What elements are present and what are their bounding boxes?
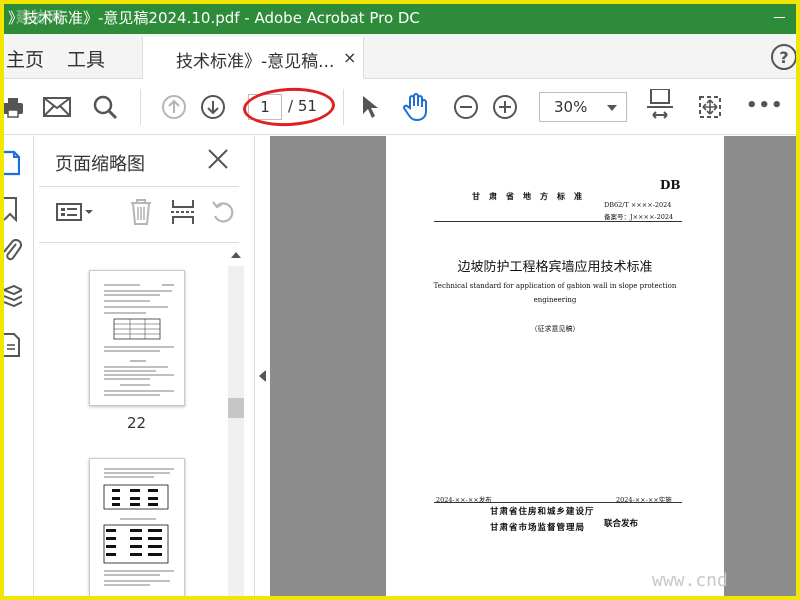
zoom-select[interactable]: 30% <box>539 92 627 122</box>
header-rule <box>434 221 682 222</box>
db-mark: DB <box>660 178 681 192</box>
page-thumbnail[interactable] <box>89 458 185 598</box>
delete-page-icon[interactable] <box>129 198 157 226</box>
zoom-in-icon[interactable] <box>491 93 519 121</box>
footer-rule <box>434 502 682 503</box>
standard-type: 甘肃省地方标准 <box>472 191 591 201</box>
help-button[interactable]: ? <box>771 44 797 70</box>
tab-bar: 主页 工具 技术标准》-意见稿... × ? <box>0 34 800 79</box>
rotate-page-icon[interactable] <box>211 198 239 226</box>
page-thumbnails-panel: 页面缩略图 22 <box>35 136 255 598</box>
panel-scrollbar[interactable] <box>228 248 244 596</box>
document-title-en-line1: Technical standard for application of ga… <box>433 282 677 290</box>
brand-overlay: 建协网 <box>16 8 65 26</box>
page-thumbnails-icon[interactable] <box>4 150 26 178</box>
nav-tools[interactable]: 工具 <box>67 45 105 72</box>
zoom-value: 30% <box>554 98 588 116</box>
issuing-org-1: 甘肃省住房和城乡建设厅 <box>490 507 595 517</box>
close-icon[interactable] <box>207 148 229 170</box>
more-tools-button[interactable]: ••• <box>746 95 784 116</box>
document-tab[interactable]: 技术标准》-意见稿... × <box>142 37 364 79</box>
extract-page-icon[interactable] <box>171 198 199 226</box>
navigation-rail <box>1 136 34 596</box>
panel-divider <box>39 186 239 187</box>
layers-icon[interactable] <box>1 284 26 312</box>
panel-divider <box>39 242 239 243</box>
toolbar-divider <box>140 89 141 125</box>
panel-title: 页面缩略图 <box>55 154 145 175</box>
toolbar: 1 / 51 30% ••• <box>0 79 800 135</box>
standard-code: DB62/T ××××-2024 <box>604 201 672 209</box>
options-menu-icon[interactable] <box>55 198 97 226</box>
email-icon[interactable] <box>43 93 71 121</box>
minimize-button[interactable] <box>756 0 800 34</box>
full-screen-icon[interactable] <box>696 93 724 121</box>
window-title: 》技术标准》-意见稿2024.10.pdf - Adobe Acrobat Pr… <box>8 9 420 27</box>
bookmark-icon[interactable] <box>3 196 26 224</box>
print-icon[interactable] <box>0 93 28 121</box>
toolbar-divider <box>343 89 344 125</box>
scroll-up-icon[interactable] <box>231 252 241 258</box>
document-title-en-line2: engineering <box>533 296 577 304</box>
close-tab-button[interactable]: × <box>343 48 356 67</box>
attachment-icon[interactable] <box>3 238 26 266</box>
pdf-page: DB 甘肃省地方标准 DB62/T ××××-2024 备案号：J××××-20… <box>386 136 724 596</box>
hand-tool-icon[interactable] <box>402 93 430 122</box>
title-bar: 》技术标准》-意见稿2024.10.pdf - Adobe Acrobat Pr… <box>0 0 800 34</box>
scroll-track[interactable] <box>228 266 244 596</box>
highlight-annotation <box>242 85 336 129</box>
joint-issue-label: 联合发布 <box>604 519 639 529</box>
page-thumbnail[interactable] <box>89 270 185 406</box>
scroll-thumb[interactable] <box>228 398 244 418</box>
nav-home[interactable]: 主页 <box>6 45 44 72</box>
document-title-cn: 边坡防护工程格宾墙应用技术标准 <box>457 260 653 275</box>
document-tab-label: 技术标准》-意见稿... <box>176 52 335 72</box>
document-view[interactable]: DB 甘肃省地方标准 DB62/T ××××-2024 备案号：J××××-20… <box>270 136 796 596</box>
draft-note: （征求意见稿） <box>530 325 580 333</box>
watermark: www.cnd <box>652 570 728 591</box>
thumbnail-page-number: 22 <box>127 414 147 432</box>
issuing-org-2: 甘肃省市场监督管理局 <box>490 523 586 533</box>
collapse-panel-handle[interactable] <box>256 136 270 596</box>
zoom-out-icon[interactable] <box>452 93 480 121</box>
document-properties-icon[interactable] <box>4 332 26 360</box>
search-icon[interactable] <box>91 93 119 121</box>
previous-page-icon[interactable] <box>160 93 188 121</box>
chevron-down-icon <box>607 105 617 111</box>
record-number: 备案号：J××××-2024 <box>604 213 674 221</box>
select-cursor-icon[interactable] <box>356 93 384 121</box>
next-page-icon[interactable] <box>199 93 227 121</box>
fit-page-icon[interactable] <box>646 89 674 123</box>
